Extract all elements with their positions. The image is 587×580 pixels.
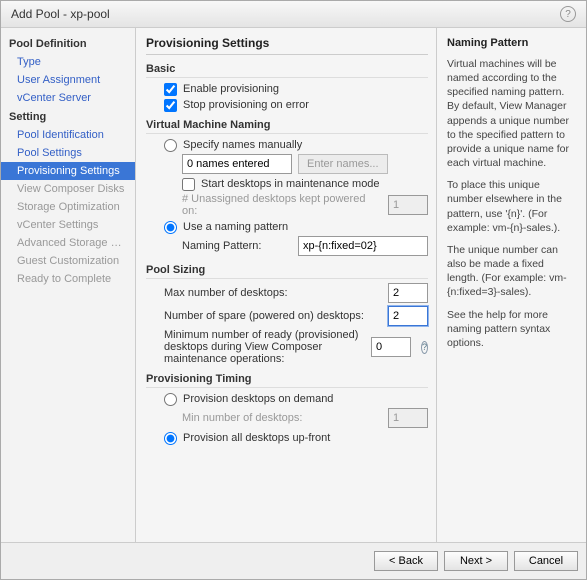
add-pool-dialog: Add Pool - xp-pool ? Pool Definition Typ… <box>0 0 587 580</box>
specify-manually-radio[interactable] <box>164 139 177 152</box>
enter-names-button[interactable]: Enter names... <box>298 154 388 174</box>
specify-manually-label: Specify names manually <box>183 139 302 151</box>
info-icon[interactable]: ? <box>421 341 428 354</box>
upfront-radio[interactable] <box>164 432 177 445</box>
min-ready-label: Minimum number of ready (provisioned) de… <box>164 329 359 365</box>
stop-on-error-checkbox[interactable] <box>164 99 177 112</box>
cancel-button[interactable]: Cancel <box>514 551 578 571</box>
naming-pattern-radio-label: Use a naming pattern <box>183 221 288 233</box>
sidebar-group: Setting <box>1 107 135 126</box>
sidebar-item-ready-to-complete: Ready to Complete <box>1 270 135 288</box>
help-icon[interactable]: ? <box>560 6 576 22</box>
naming-pattern-input[interactable] <box>298 236 428 256</box>
content-panel: Provisioning Settings Basic Enable provi… <box>136 28 436 542</box>
min-on-demand-input <box>388 408 428 428</box>
wizard-footer: < Back Next > Cancel <box>1 542 586 579</box>
on-demand-radio[interactable] <box>164 393 177 406</box>
upfront-label: Provision all desktops up-front <box>183 432 330 444</box>
sidebar-item-user-assignment[interactable]: User Assignment <box>1 71 135 89</box>
help-paragraph: To place this unique number elsewhere in… <box>447 178 576 235</box>
sidebar-group: Pool Definition <box>1 34 135 53</box>
help-paragraph: The unique number can also be made a fix… <box>447 243 576 300</box>
sidebar-item-advanced-storage-options: Advanced Storage Options <box>1 234 135 252</box>
enable-provisioning-checkbox[interactable] <box>164 83 177 96</box>
sidebar-item-pool-settings[interactable]: Pool Settings <box>1 144 135 162</box>
page-heading: Provisioning Settings <box>146 34 428 55</box>
spare-desktops-input[interactable] <box>388 306 428 326</box>
titlebar: Add Pool - xp-pool ? <box>1 1 586 28</box>
help-paragraph: See the help for more naming pattern syn… <box>447 308 576 351</box>
sidebar-item-pool-identification[interactable]: Pool Identification <box>1 126 135 144</box>
sidebar-item-guest-customization: Guest Customization <box>1 252 135 270</box>
maintenance-mode-label: Start desktops in maintenance mode <box>201 178 380 190</box>
sidebar-item-vcenter-server[interactable]: vCenter Server <box>1 89 135 107</box>
dialog-body: Pool Definition Type User Assignment vCe… <box>1 28 586 542</box>
max-desktops-input[interactable] <box>388 283 428 303</box>
back-button[interactable]: < Back <box>374 551 438 571</box>
enable-provisioning-label: Enable provisioning <box>183 83 279 95</box>
wizard-sidebar: Pool Definition Type User Assignment vCe… <box>1 28 136 542</box>
section-prov-timing: Provisioning Timing <box>146 373 428 388</box>
min-ready-input[interactable] <box>371 337 411 357</box>
naming-pattern-label: Naming Pattern: <box>182 240 261 252</box>
context-help-panel: Naming Pattern Virtual machines will be … <box>436 28 586 542</box>
main-area: Provisioning Settings Basic Enable provi… <box>136 28 586 542</box>
unassigned-value <box>388 195 428 215</box>
sidebar-item-view-composer-disks: View Composer Disks <box>1 180 135 198</box>
help-paragraph: Virtual machines will be named according… <box>447 57 576 170</box>
window-title: Add Pool - xp-pool <box>11 7 110 21</box>
section-basic: Basic <box>146 63 428 78</box>
naming-pattern-radio[interactable] <box>164 221 177 234</box>
spare-desktops-label: Number of spare (powered on) desktops: <box>164 310 364 322</box>
sidebar-item-provisioning-settings[interactable]: Provisioning Settings <box>1 162 135 180</box>
help-title: Naming Pattern <box>447 36 576 51</box>
unassigned-label: # Unassigned desktops kept powered on: <box>182 193 376 217</box>
next-button[interactable]: Next > <box>444 551 508 571</box>
on-demand-label: Provision desktops on demand <box>183 393 333 405</box>
sidebar-item-storage-optimization: Storage Optimization <box>1 198 135 216</box>
section-pool-sizing: Pool Sizing <box>146 264 428 279</box>
names-entered-field[interactable] <box>182 154 292 174</box>
sidebar-item-type[interactable]: Type <box>1 53 135 71</box>
max-desktops-label: Max number of desktops: <box>164 287 288 299</box>
min-on-demand-label: Min number of desktops: <box>182 412 302 424</box>
section-vm-naming: Virtual Machine Naming <box>146 119 428 134</box>
sidebar-item-vcenter-settings: vCenter Settings <box>1 216 135 234</box>
maintenance-mode-checkbox[interactable] <box>182 178 195 191</box>
stop-on-error-label: Stop provisioning on error <box>183 99 309 111</box>
